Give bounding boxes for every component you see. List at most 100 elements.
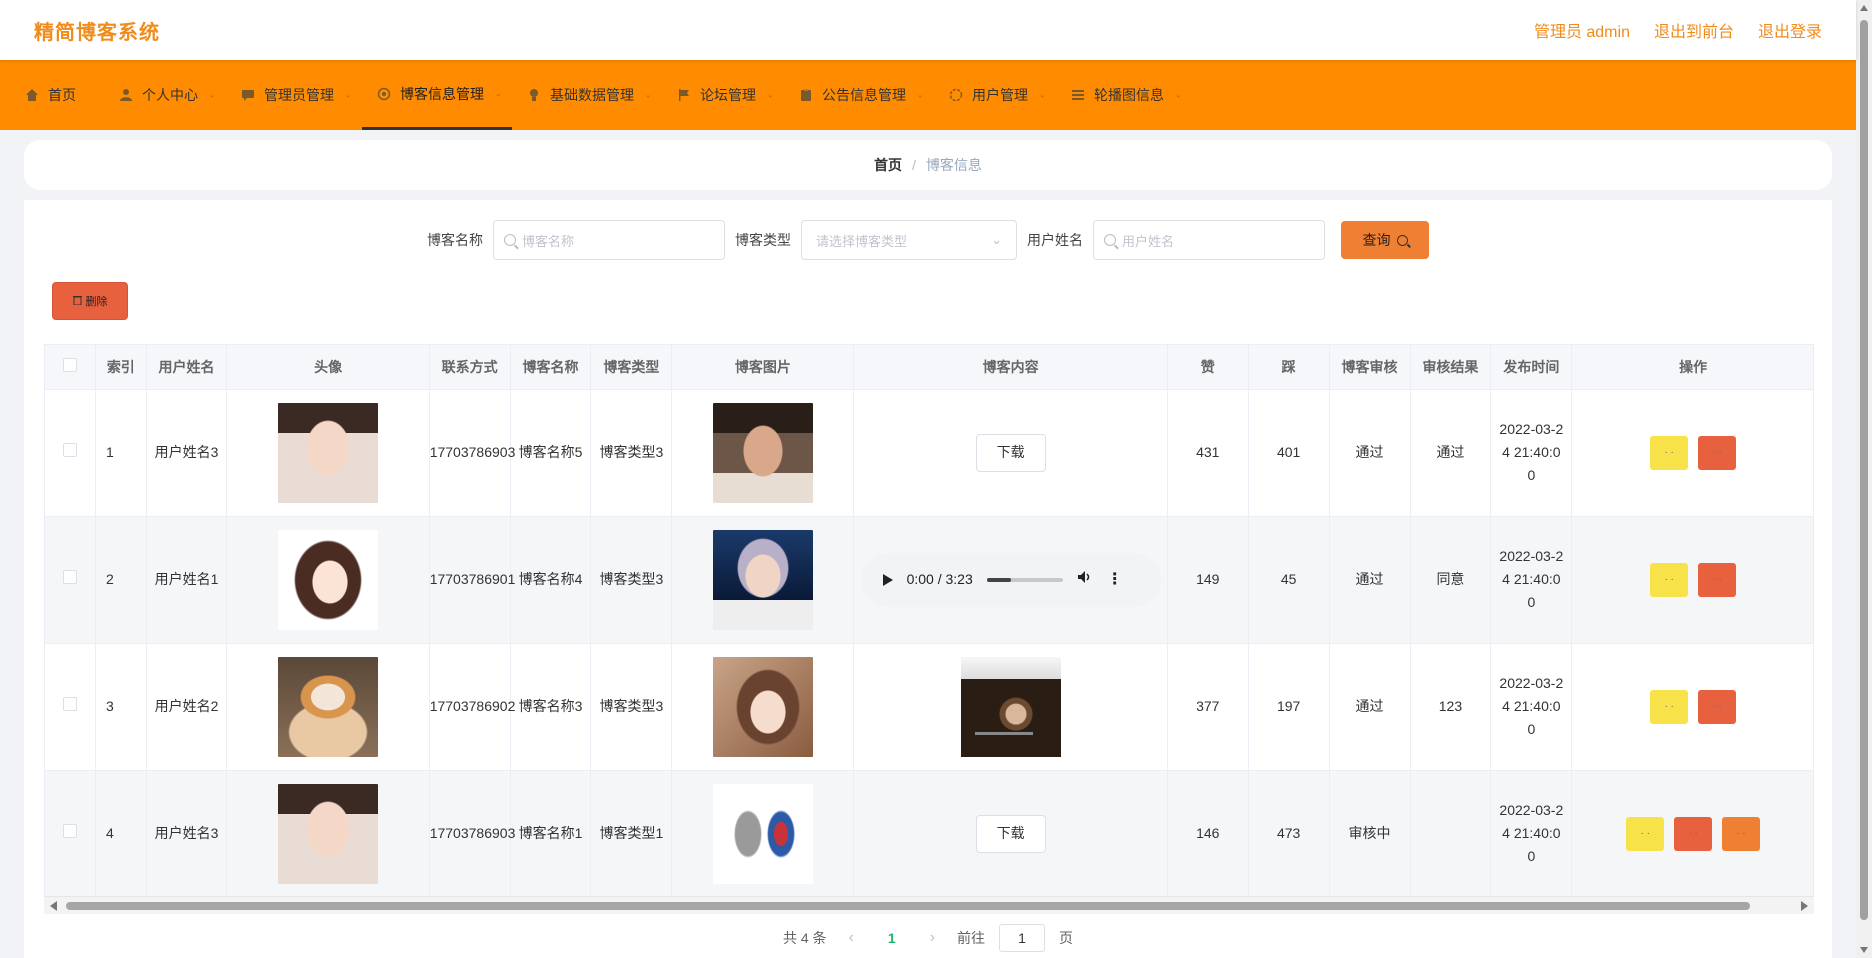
time-cell: 2022-03-24 21:40:00 — [1490, 389, 1573, 517]
audio-player[interactable]: 0:00 / 3:23 ⋮ — [860, 552, 1161, 607]
review-cell: 通过 — [1329, 389, 1411, 517]
table-row: 4 用户姓名3 17703786903 博客名称1 博客类型1 下载 146 4… — [45, 770, 1813, 898]
dislikes-cell: 197 — [1248, 643, 1330, 771]
delete-row-button[interactable]: · · — [1674, 816, 1713, 851]
header-cell: 审核结果 — [1410, 345, 1492, 390]
index-cell: 3 — [95, 643, 147, 771]
delete-row-button[interactable]: · · — [1698, 562, 1737, 597]
edit-button[interactable]: · · — [1650, 689, 1689, 724]
more-options-icon[interactable]: ⋮ — [1107, 568, 1123, 591]
header-cell: 联系方式 — [429, 345, 511, 390]
header-cell: 博客名称 — [510, 345, 592, 390]
volume-icon[interactable] — [1077, 568, 1093, 591]
edit-button[interactable]: · · — [1650, 435, 1689, 470]
chevron-down-icon: ⌄ — [494, 88, 502, 98]
scrollbar-thumb[interactable] — [66, 902, 1750, 910]
header-cell: 操作 — [1571, 345, 1813, 390]
horizontal-scrollbar[interactable] — [44, 896, 1814, 914]
checkbox[interactable] — [63, 824, 78, 838]
actions-cell: · · · · — [1571, 516, 1813, 644]
header-cell: 索引 — [95, 345, 147, 390]
nav-label: 管理员管理 — [264, 87, 334, 103]
download-button[interactable]: 下载 — [975, 814, 1046, 853]
download-button[interactable]: 下载 — [975, 433, 1046, 472]
audio-progress-bar[interactable] — [986, 577, 1063, 582]
checkbox[interactable] — [63, 697, 78, 711]
delete-row-button[interactable]: · · — [1698, 689, 1737, 724]
nav-item-user-management[interactable]: 用户管理 ⌄ — [934, 60, 1056, 130]
main-nav: 首页 个人中心 ⌄ 管理员管理 ⌄ 博客信息管理 ⌄ 基础数据管理 ⌄ 论坛管理… — [0, 60, 1856, 130]
search-bar: 博客名称 博客名称 博客类型 请选择博客类型 ⌄ 用户姓名 用户姓名 查询 — [24, 220, 1832, 260]
delete-row-button[interactable]: · · — [1698, 435, 1737, 470]
nav-item-forum-management[interactable]: 论坛管理 ⌄ — [662, 60, 784, 130]
header-select-all[interactable] — [45, 345, 97, 390]
next-page-icon[interactable]: › — [922, 929, 943, 947]
checkbox[interactable] — [63, 443, 78, 457]
video-player[interactable] — [960, 656, 1061, 757]
play-icon[interactable] — [882, 573, 893, 586]
blog-type-label: 博客类型 — [735, 232, 791, 248]
time-cell: 2022-03-24 21:40:00 — [1490, 516, 1573, 644]
blog-content-cell: 0:00 / 3:23 ⋮ — [853, 516, 1168, 644]
dislikes-cell: 473 — [1248, 770, 1330, 898]
user-name-input[interactable]: 用户姓名 — [1093, 220, 1325, 260]
vertical-scrollbar[interactable] — [1856, 0, 1872, 958]
row-checkbox-cell[interactable] — [45, 643, 97, 771]
edit-button[interactable]: · · — [1626, 816, 1665, 851]
nav-label: 首页 — [48, 87, 76, 103]
blog-name-label: 博客名称 — [427, 232, 483, 248]
blog-name-cell: 博客名称5 — [510, 389, 592, 517]
breadcrumb: 首页 / 博客信息 — [24, 140, 1832, 190]
scroll-right-icon[interactable] — [1801, 901, 1808, 911]
nav-item-personal-center[interactable]: 个人中心 ⌄ — [104, 60, 226, 130]
breadcrumb-home[interactable]: 首页 — [874, 155, 902, 175]
goto-page-input[interactable]: 1 — [999, 924, 1046, 952]
edit-button[interactable]: · · — [1650, 562, 1689, 597]
nav-item-basic-data-management[interactable]: 基础数据管理 ⌄ — [512, 60, 662, 130]
blog-name-input[interactable]: 博客名称 — [493, 220, 725, 260]
blog-content-cell — [853, 643, 1168, 771]
prev-page-icon[interactable]: ‹ — [841, 929, 862, 947]
scroll-left-icon[interactable] — [50, 901, 57, 911]
blog-table: 索引 用户姓名 头像 联系方式 博客名称 博客类型 博客图片 博客内容 赞 踩 … — [44, 344, 1814, 914]
page-number-current[interactable]: 1 — [876, 930, 908, 946]
header-cell: 用户姓名 — [146, 345, 228, 390]
row-checkbox-cell[interactable] — [45, 389, 97, 517]
row-checkbox-cell[interactable] — [45, 770, 97, 898]
scroll-up-icon[interactable] — [1860, 5, 1868, 11]
index-cell: 4 — [95, 770, 147, 898]
blog-content-cell: 下载 — [853, 770, 1168, 898]
logout-link[interactable]: 退出登录 — [1758, 18, 1822, 42]
admin-user-link[interactable]: 管理员 admin — [1534, 18, 1630, 42]
avatar-cell — [226, 770, 430, 898]
video-progress-bar[interactable] — [974, 731, 1033, 735]
user-name-cell: 用户姓名2 — [146, 643, 228, 771]
blog-type-cell: 博客类型1 — [590, 770, 673, 898]
chevron-down-icon: ⌄ — [344, 89, 352, 100]
exit-to-frontend-link[interactable]: 退出到前台 — [1654, 18, 1734, 42]
likes-cell: 146 — [1167, 770, 1249, 898]
nav-item-home[interactable]: 首页 — [10, 60, 104, 130]
phone-cell: 17703786903 — [429, 770, 515, 898]
query-button[interactable]: 查询 — [1341, 221, 1429, 259]
header-cell: 博客审核 — [1329, 345, 1411, 390]
blog-type-select[interactable]: 请选择博客类型 ⌄ — [801, 220, 1017, 260]
row-checkbox-cell[interactable] — [45, 516, 97, 644]
page-suffix: 页 — [1059, 930, 1074, 946]
user-icon — [118, 87, 134, 103]
goto-label: 前往 — [957, 930, 986, 946]
avatar — [278, 402, 379, 503]
avatar — [278, 783, 379, 884]
delete-button[interactable]: 删除 — [52, 282, 128, 320]
scrollbar-thumb[interactable] — [1860, 20, 1868, 920]
checkbox[interactable] — [63, 358, 78, 373]
review-button[interactable]: · · — [1722, 816, 1761, 851]
checkbox[interactable] — [63, 570, 78, 584]
nav-item-blog-info-management[interactable]: 博客信息管理 ⌄ — [362, 60, 512, 130]
search-icon — [504, 234, 516, 246]
nav-item-notice-management[interactable]: 公告信息管理 ⌄ — [784, 60, 934, 130]
nav-item-admin-management[interactable]: 管理员管理 ⌄ — [226, 60, 362, 130]
nav-item-carousel-info[interactable]: 轮播图信息 ⌄ — [1056, 60, 1192, 130]
scroll-down-icon[interactable] — [1860, 947, 1868, 953]
likes-cell: 431 — [1167, 389, 1249, 517]
